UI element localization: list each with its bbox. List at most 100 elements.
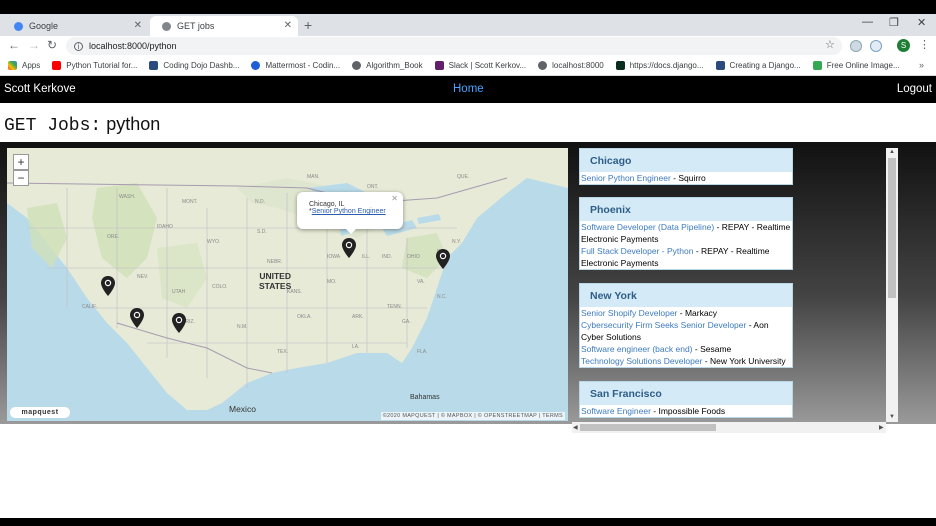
tab-get-jobs[interactable]: GET jobs ✕ [150,16,298,36]
home-link[interactable]: Home [453,83,484,95]
svg-text:N.M.: N.M. [237,324,248,330]
bookmark-label: Free Online Image... [826,61,900,70]
job-link[interactable]: Software engineer (back end) [581,344,693,354]
restore-icon[interactable]: ❐ [889,16,899,29]
back-icon[interactable]: ← [8,38,20,52]
scrollbar-thumb[interactable] [580,424,716,431]
city-heading: New York [580,284,792,307]
svg-text:CALIF.: CALIF. [82,304,97,310]
job-link[interactable]: Senior Python Engineer [581,173,671,183]
app-navbar: Scott Kerkove Home Logout [0,76,936,103]
svg-text:WASH.: WASH. [119,194,135,200]
scroll-down-icon[interactable]: ▼ [889,414,895,420]
extension-icon[interactable] [870,40,882,52]
bookmark-label: Algorithm_Book [366,61,423,70]
job-link[interactable]: Cybersecurity Firm Seeks Senior Develope… [581,320,746,330]
map-attribution[interactable]: ©2020 MAPQUEST | © MAPBOX | © OPENSTREET… [380,412,565,420]
job-link[interactable]: Full Stack Developer - Python [581,246,693,256]
new-tab-icon[interactable]: + [304,17,312,33]
zoom-in-button[interactable]: + [13,154,29,170]
zoom-out-button[interactable]: − [13,170,29,186]
vertical-scrollbar[interactable]: ▲ ▼ [886,148,898,422]
tab-title: GET jobs [177,21,215,31]
info-icon[interactable]: i [74,41,83,51]
svg-text:LA.: LA. [352,344,360,350]
bookmark-item[interactable]: https://docs.django... [615,61,704,70]
scroll-right-icon[interactable]: ▶ [879,424,884,431]
bookmark-item[interactable]: Algorithm_Book [352,61,423,70]
close-icon[interactable]: ✕ [134,20,142,31]
bookmark-item[interactable]: Free Online Image... [812,61,900,70]
page-title-prefix: GET Jobs: [4,116,102,136]
scroll-left-icon[interactable]: ◀ [573,424,578,431]
bookmark-item[interactable]: Mattermost - Codin... [251,61,340,70]
bookmark-item[interactable]: Creating a Django... [715,61,801,70]
map-pin-los-angeles[interactable] [130,308,144,328]
minimize-icon[interactable]: — [862,16,873,28]
avatar-initial: S [900,41,907,50]
apps-grid-icon [8,61,17,70]
bookmark-apps[interactable]: Apps [8,61,40,70]
job-map[interactable]: WASH. ORE. IDAHO MONT. N.D. S.D. WYO. NE… [7,148,568,421]
bookmark-label: Slack | Scott Kerkov... [448,61,527,70]
svg-text:UTAH: UTAH [172,289,186,295]
popup-job-link[interactable]: Senior Python Engineer [312,208,386,215]
browser-toolbar: ← → ↻ i localhost:8000/python ☆ S ⋮ [0,36,936,56]
scroll-up-icon[interactable]: ▲ [889,149,895,155]
svg-text:FLA.: FLA. [417,349,428,355]
job-link[interactable]: Senior Shopify Developer [581,308,677,318]
job-link[interactable]: Technology Solutions Developer [581,356,702,366]
mapquest-logo[interactable]: mapquest [10,407,70,418]
city-heading: San Francisco [580,382,792,405]
job-row: Software Developer (Data Pipeline) - REP… [580,221,792,245]
svg-text:IDAHO: IDAHO [157,224,173,230]
map-pin-chicago[interactable] [342,238,356,258]
horizontal-scrollbar[interactable]: ◀ ▶ [572,422,886,433]
job-company: - New York University [702,356,786,366]
tab-google[interactable]: Google ✕ [2,16,148,36]
city-card-chicago: Chicago Senior Python Engineer - Squirro [579,148,793,185]
mexico-label: Mexico [229,404,256,414]
reload-icon[interactable]: ↻ [47,38,57,52]
dojo-icon [715,61,725,70]
google-icon [14,21,23,31]
svg-text:WYO.: WYO. [207,239,220,245]
bookmark-item[interactable]: Coding Dojo Dashb... [149,61,239,70]
popup-location: Chicago, IL [309,201,345,208]
svg-text:TEX.: TEX. [277,349,288,355]
bookmark-item[interactable]: localhost:8000 [538,61,604,70]
popup-close-icon[interactable]: ✕ [391,194,398,203]
bookmark-star-icon[interactable]: ☆ [825,38,835,51]
menu-kebab-icon[interactable]: ⋮ [919,38,930,51]
svg-text:N.C.: N.C. [437,294,447,300]
close-icon[interactable]: ✕ [284,20,292,31]
django-icon [615,61,625,70]
job-row: Technology Solutions Developer - New Yor… [580,355,792,367]
svg-text:N.Y.: N.Y. [452,239,461,245]
popup-tail [345,228,357,234]
bookmark-label: Coding Dojo Dashb... [163,61,240,70]
logout-link[interactable]: Logout [897,83,932,95]
job-row: Software engineer (back end) - Sesame [580,343,792,355]
city-card-new-york: New York Senior Shopify Developer - Mark… [579,283,793,368]
svg-text:TENN.: TENN. [387,304,402,310]
job-link[interactable]: Software Developer (Data Pipeline) [581,222,714,232]
address-bar[interactable]: i localhost:8000/python [66,37,842,55]
forward-icon[interactable]: → [28,38,40,52]
globe-icon [352,61,362,70]
map-pin-san-francisco[interactable] [101,276,115,296]
popup-job-row: *Senior Python Engineer [309,208,386,215]
map-pin-new-york[interactable] [436,249,450,269]
close-window-icon[interactable]: ✕ [917,16,926,29]
map-pin-phoenix[interactable] [172,313,186,333]
bookmark-item[interactable]: Python Tutorial for... [52,61,137,70]
zoom-in-label: + [17,155,25,169]
more-bookmarks-icon[interactable]: » [919,60,924,70]
bookmark-item[interactable]: Slack | Scott Kerkov... [434,61,527,70]
bookmark-label: Mattermost - Codin... [265,61,341,70]
jobs-list-panel[interactable]: Chicago Senior Python Engineer - Squirro… [572,148,897,422]
scrollbar-thumb[interactable] [888,158,896,298]
extension-icon[interactable] [850,40,862,52]
profile-avatar[interactable]: S [897,39,910,52]
job-link[interactable]: Software Engineer [581,406,651,416]
